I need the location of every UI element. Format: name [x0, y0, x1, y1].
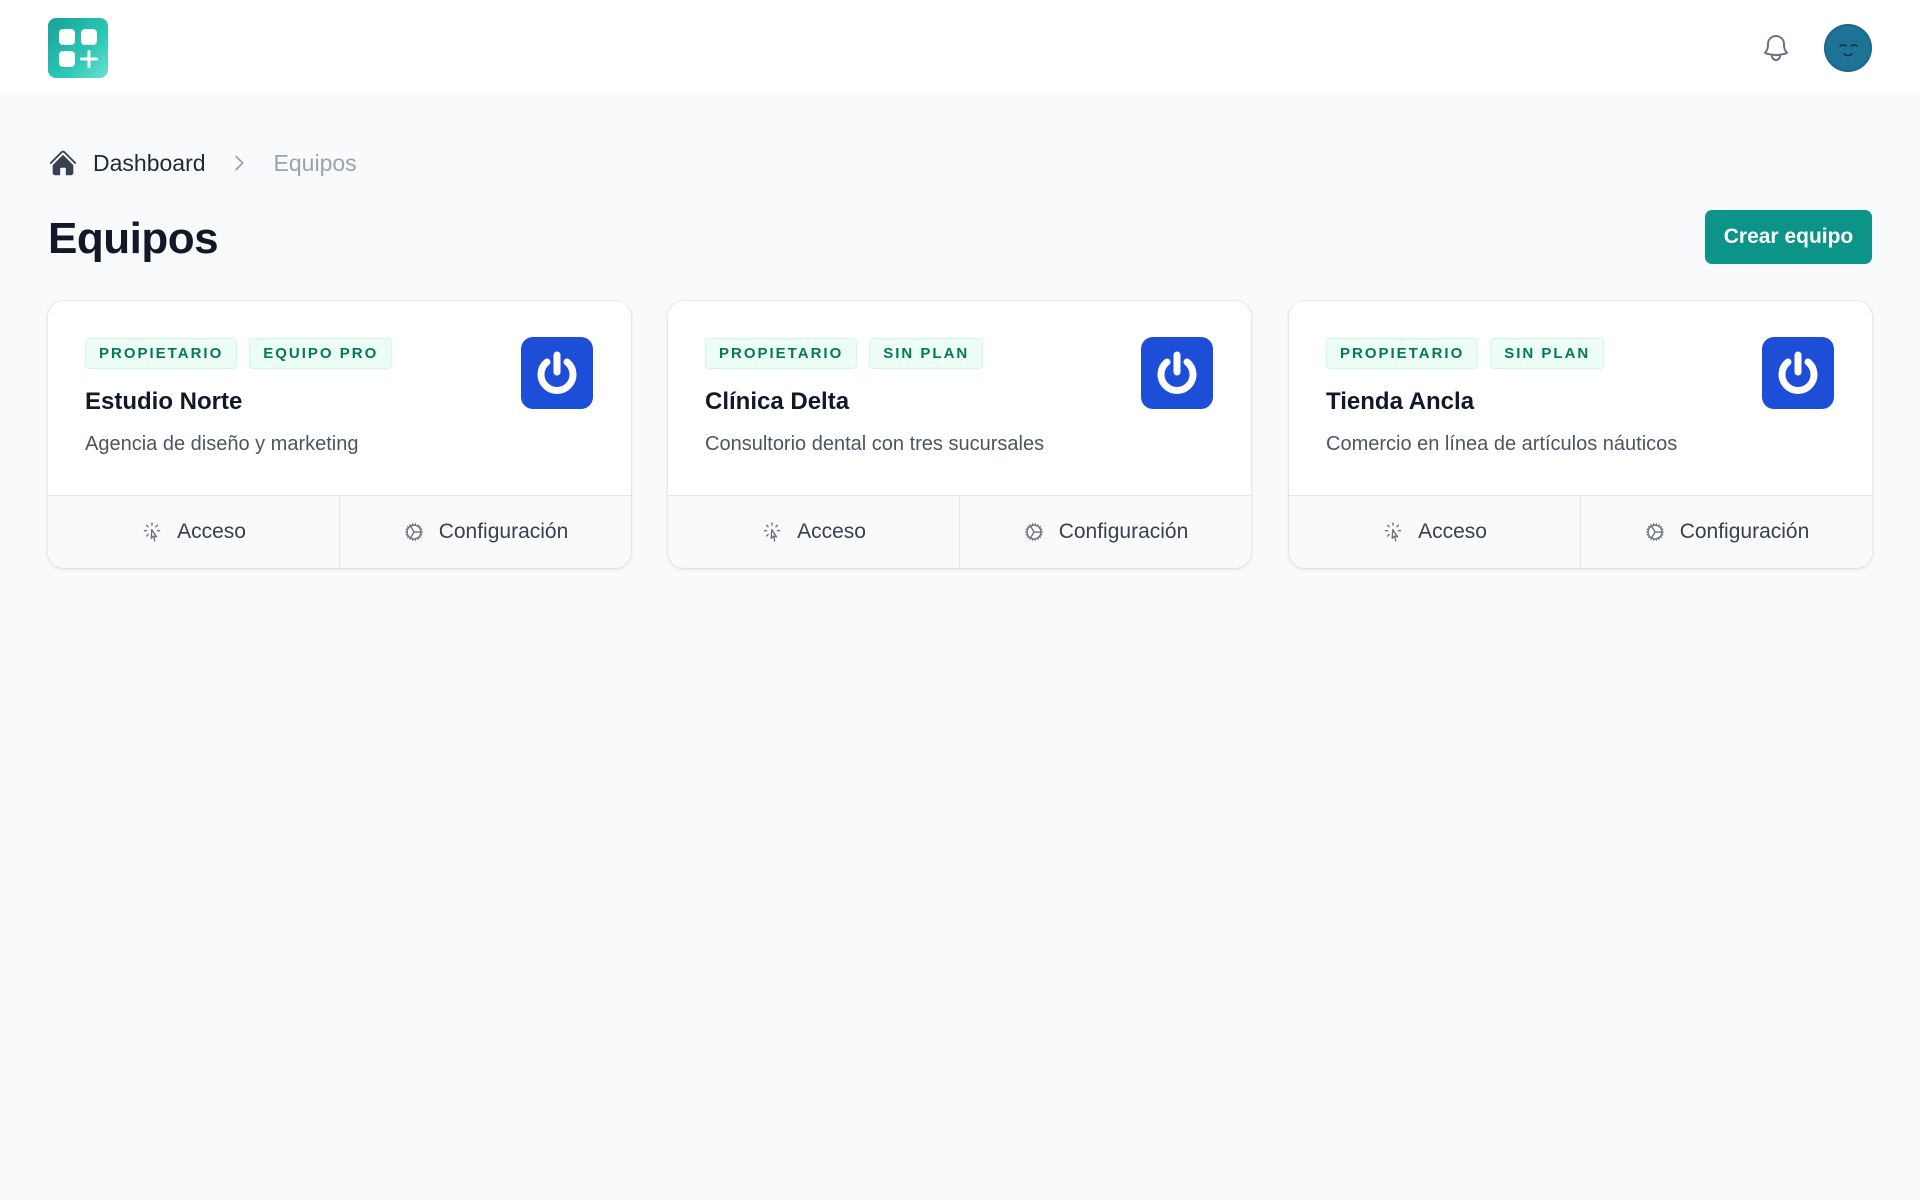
power-icon: [521, 337, 593, 409]
settings-label: Configuración: [1679, 520, 1810, 543]
breadcrumb: Dashboard Equipos: [48, 146, 357, 180]
create-team-button[interactable]: Crear equipo: [1705, 210, 1872, 264]
power-icon: [1762, 337, 1834, 409]
settings-button[interactable]: Configuración: [339, 496, 631, 568]
team-badges: PROPIETARIO EQUIPO PRO: [85, 338, 393, 369]
cursor-click-icon: [763, 522, 781, 542]
access-label: Acceso: [797, 520, 866, 543]
plan-badge: SIN PLAN: [1490, 338, 1605, 369]
settings-button[interactable]: Configuración: [1580, 496, 1872, 568]
access-button[interactable]: Acceso: [668, 496, 959, 568]
user-avatar[interactable]: [1824, 24, 1872, 72]
team-description: Comercio en línea de artículos náuticos: [1326, 433, 1678, 455]
gear-icon: [404, 523, 423, 541]
home-icon[interactable]: [48, 148, 78, 178]
role-badge: PROPIETARIO: [705, 338, 858, 369]
team-actions: Acceso Configuración: [668, 495, 1251, 568]
settings-button[interactable]: Configuración: [959, 496, 1251, 568]
team-description: Agencia de diseño y marketing: [85, 433, 359, 455]
team-name: Tienda Ancla: [1326, 388, 1475, 415]
power-icon: [1141, 337, 1213, 409]
team-actions: Acceso Configuración: [1289, 495, 1872, 568]
plan-badge: EQUIPO PRO: [249, 338, 393, 369]
settings-label: Configuración: [1058, 520, 1189, 543]
role-badge: PROPIETARIO: [85, 338, 238, 369]
bell-icon[interactable]: [1760, 32, 1792, 64]
cursor-click-icon: [1384, 522, 1402, 542]
role-badge: PROPIETARIO: [1326, 338, 1479, 369]
gear-icon: [1024, 523, 1043, 541]
team-description: Consultorio dental con tres sucursales: [705, 433, 1045, 455]
team-card: PROPIETARIO SIN PLAN Clínica Delta Consu…: [668, 301, 1251, 568]
gear-icon: [1645, 523, 1664, 541]
access-button[interactable]: Acceso: [48, 496, 339, 568]
team-badges: PROPIETARIO SIN PLAN: [1326, 338, 1605, 369]
access-label: Acceso: [177, 520, 246, 543]
access-label: Acceso: [1418, 520, 1487, 543]
cursor-click-icon: [143, 522, 161, 542]
apps-plus-logo-icon[interactable]: [48, 18, 108, 78]
breadcrumb-dashboard-link[interactable]: Dashboard: [93, 150, 206, 177]
team-card: PROPIETARIO EQUIPO PRO Estudio Norte Age…: [48, 301, 631, 568]
team-badges: PROPIETARIO SIN PLAN: [705, 338, 984, 369]
team-card: PROPIETARIO SIN PLAN Tienda Ancla Comerc…: [1289, 301, 1872, 568]
plan-badge: SIN PLAN: [869, 338, 984, 369]
team-name: Clínica Delta: [705, 388, 850, 415]
page-title: Equipos: [48, 214, 219, 263]
chevron-right-icon: [234, 155, 244, 171]
settings-label: Configuración: [438, 520, 569, 543]
team-actions: Acceso Configuración: [48, 495, 631, 568]
access-button[interactable]: Acceso: [1289, 496, 1580, 568]
team-name: Estudio Norte: [85, 388, 243, 415]
breadcrumb-current: Equipos: [273, 149, 357, 176]
top-bar: [0, 0, 1920, 95]
